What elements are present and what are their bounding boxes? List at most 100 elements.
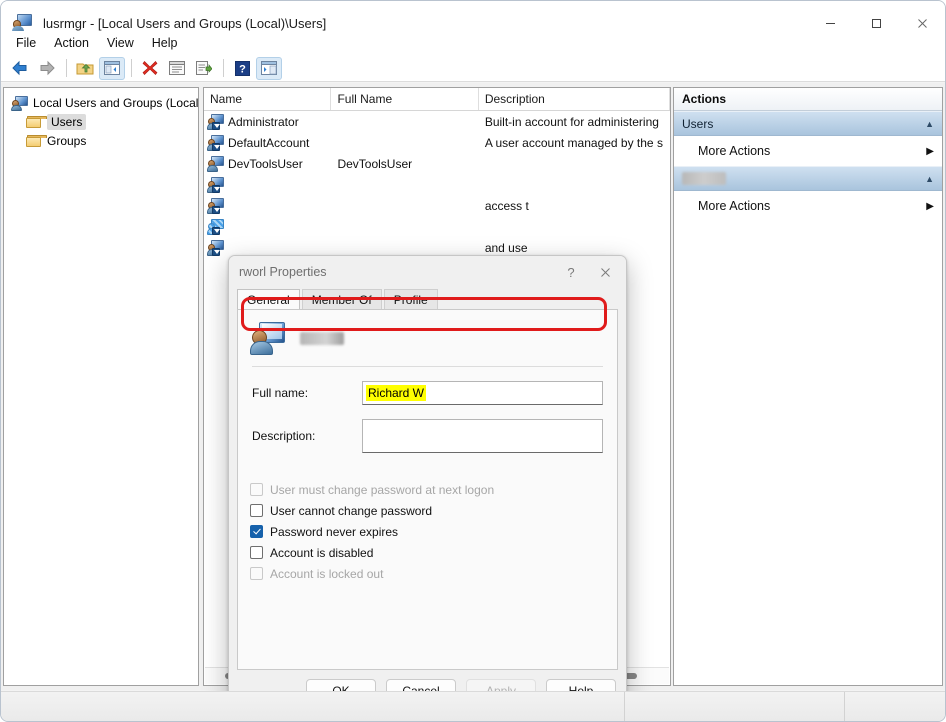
checkbox-label: Password never expires [270,524,399,539]
users-list-rows: Administrator Built-in account for admin… [204,111,670,258]
action-label: More Actions [698,144,771,158]
tab-profile[interactable]: Profile [383,289,438,309]
full-name-value: Richard W [366,385,427,401]
export-list-icon[interactable] [191,57,217,80]
dialog-title-bar: rworl Properties ? [229,256,626,288]
checkbox-box [250,483,263,496]
help-icon[interactable]: ? [229,57,255,80]
folder-icon [26,134,47,148]
account-options-group: User must change password at next logon … [250,479,617,584]
properties-icon[interactable] [164,57,190,80]
table-row[interactable]: DevToolsUser DevToolsUser [204,153,670,174]
row-name: DefaultAccount [228,135,310,150]
table-row[interactable]: Administrator Built-in account for admin… [204,111,670,132]
toolbar: ? [1,55,945,82]
delete-icon[interactable] [137,57,163,80]
list-column-headers: Name Full Name Description [204,88,670,111]
dialog-close-button[interactable] [588,257,622,287]
lusrmgr-window: lusrmgr - [Local Users and Groups (Local… [0,0,946,722]
tab-general[interactable]: General [237,289,300,309]
status-bar-panel-2 [845,692,945,722]
checkbox-must-change-password[interactable]: User must change password at next logon [250,479,617,500]
folder-icon [26,115,47,129]
dialog-help-button[interactable]: ? [554,257,588,287]
menu-action[interactable]: Action [45,33,98,53]
back-icon[interactable] [7,57,33,80]
tree-root-label: Local Users and Groups (Local) [33,95,199,110]
menu-help[interactable]: Help [143,33,187,53]
table-row[interactable] [204,216,670,237]
svg-text:?: ? [239,63,246,75]
user-icon [207,197,224,214]
user-properties-dialog: rworl Properties ? General Member Of Pro… [228,255,627,713]
table-row[interactable]: DefaultAccount A user account managed by… [204,132,670,153]
status-bar-main [1,691,625,721]
divider [252,366,603,367]
tree-item-groups-label: Groups [47,133,87,148]
column-header-name[interactable]: Name [204,88,332,110]
checkbox-label: User cannot change password [270,503,433,518]
show-tree-icon[interactable] [99,56,125,80]
action-more-actions-user[interactable]: More Actions ▶ [674,191,942,221]
table-row[interactable] [204,174,670,195]
status-bar-panel-1 [625,691,845,721]
column-header-description[interactable]: Description [479,88,670,110]
tree-item-users-label: Users [47,113,87,130]
redacted-username [300,331,344,345]
description-field-row: Description: [252,419,603,453]
user-icon [207,176,224,193]
checkbox-label: Account is disabled [270,545,374,560]
tree-item-groups[interactable]: Groups [8,131,198,150]
chevron-up-icon[interactable]: ▲ [925,119,934,129]
user-icon [207,134,224,151]
chevron-right-icon: ▶ [926,145,934,157]
row-description: Built-in account for administering [484,114,659,129]
user-icon [207,155,224,172]
full-name-input[interactable]: Richard W [362,381,603,405]
checkbox-box [250,525,263,538]
chevron-up-icon[interactable]: ▲ [925,174,934,184]
column-header-full-name[interactable]: Full Name [331,88,479,110]
description-input[interactable] [362,419,603,453]
dialog-title: rworl Properties [239,265,327,279]
user-icon [207,113,224,130]
dialog-tabs: General Member Of Profile [229,288,626,309]
checkbox-account-locked-out[interactable]: Account is locked out [250,563,617,584]
user-account-icon [250,321,286,355]
computer-icon [11,95,28,111]
chevron-right-icon: ▶ [926,200,934,212]
row-description: and use [484,240,528,255]
app-icon [12,13,33,33]
checkbox-label: Account is locked out [270,566,384,581]
actions-pane-title: Actions [674,88,942,111]
action-more-actions-users[interactable]: More Actions ▶ [674,136,942,166]
content-area: Local Users and Groups (Local) Users Gro… [1,83,945,713]
dialog-general-panel: Full name: Richard W Description: User m… [237,309,618,670]
full-name-field-row: Full name: Richard W [252,381,603,405]
dialog-account-header [238,310,617,360]
checkbox-box [250,567,263,580]
checkbox-box [250,504,263,517]
toolbar-separator [66,59,67,77]
tree-root-node[interactable]: Local Users and Groups (Local) [8,93,198,112]
forward-icon[interactable] [34,57,60,80]
menu-file[interactable]: File [7,33,45,53]
console-tree: Local Users and Groups (Local) Users Gro… [4,88,198,150]
tree-item-users[interactable]: Users [8,112,198,131]
checkbox-account-disabled[interactable]: Account is disabled [250,542,617,563]
actions-section-selected-user[interactable]: ▲ [674,166,942,191]
menu-view[interactable]: View [98,33,143,53]
tab-member-of[interactable]: Member Of [301,289,382,309]
show-action-pane-icon[interactable] [256,56,282,80]
checkbox-cannot-change-password[interactable]: User cannot change password [250,500,617,521]
redacted-section-label [682,172,726,185]
window-title: lusrmgr - [Local Users and Groups (Local… [43,15,327,31]
actions-section-users[interactable]: Users ▲ [674,111,942,136]
checkbox-label: User must change password at next logon [270,482,495,497]
checkbox-box [250,546,263,559]
table-row[interactable]: access t [204,195,670,216]
status-bar [1,691,945,721]
up-folder-icon[interactable] [72,57,98,80]
row-full-name: DevToolsUser [337,156,413,171]
checkbox-password-never-expires[interactable]: Password never expires [250,521,617,542]
